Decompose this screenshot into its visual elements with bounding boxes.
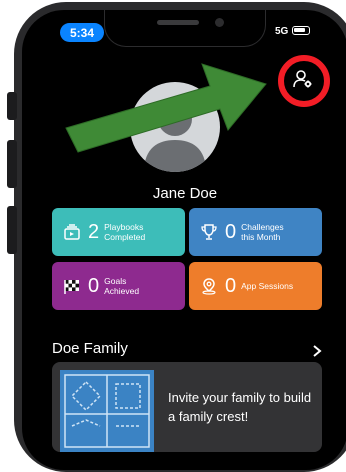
status-time: 5:34: [60, 23, 104, 42]
phone-volume-up: [7, 140, 17, 188]
stat-label: App Sessions: [241, 281, 294, 291]
stat-label: Playbooks Completed: [104, 222, 146, 242]
network-indicator: 5G: [275, 26, 289, 37]
chevron-right-icon: [313, 345, 322, 357]
stat-label: Goals Achieved: [104, 276, 140, 296]
stat-value: 0: [225, 221, 237, 243]
stat-label: Challenges this Month: [241, 222, 284, 242]
invite-family-text: Invite your family to build a family cre…: [168, 390, 312, 424]
default-avatar-icon: [144, 102, 206, 172]
trophy-icon: [199, 222, 219, 242]
stat-card-playbooks[interactable]: 2 Playbooks Completed: [52, 208, 185, 256]
phone-volume-down: [7, 206, 17, 254]
location-icon: [199, 276, 219, 296]
notch: [104, 10, 266, 47]
family-crest-image: [60, 370, 154, 452]
stat-value: 0: [88, 275, 100, 297]
front-camera: [215, 18, 224, 27]
stat-value: 2: [88, 221, 100, 243]
speaker: [157, 20, 199, 25]
avatar[interactable]: [130, 82, 220, 172]
invite-family-card[interactable]: Invite your family to build a family cre…: [52, 362, 322, 452]
stat-card-app-sessions[interactable]: 0 App Sessions: [189, 262, 322, 310]
annotation-highlight-ring: [278, 55, 330, 107]
stat-value: 0: [225, 275, 237, 297]
battery-icon: [292, 26, 310, 35]
user-name: Jane Doe: [152, 185, 218, 202]
stat-card-challenges[interactable]: 0 Challenges this Month: [189, 208, 322, 256]
playbook-icon: [62, 222, 82, 242]
family-chevron-button[interactable]: [306, 340, 328, 362]
checkered-flag-icon: [62, 276, 82, 296]
phone-silent-switch: [7, 92, 17, 120]
family-section-title: Doe Family: [52, 340, 128, 357]
stat-card-goals[interactable]: 0 Goals Achieved: [52, 262, 185, 310]
